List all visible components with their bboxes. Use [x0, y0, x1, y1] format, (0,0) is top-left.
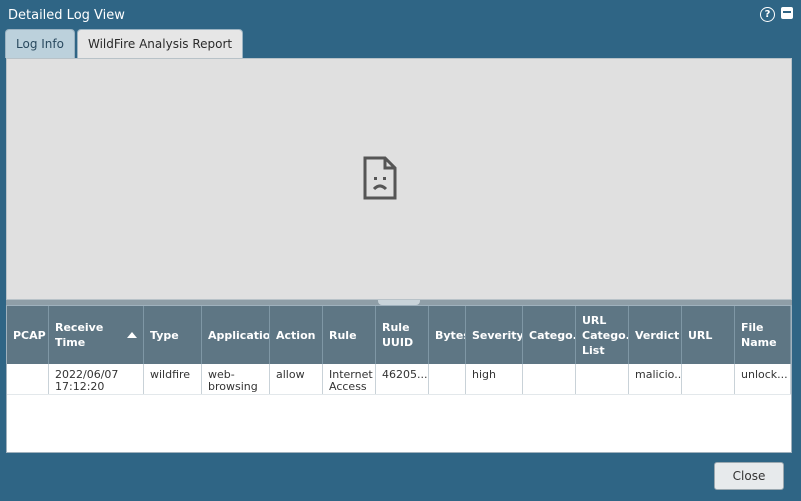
- report-content-frame: [6, 58, 792, 300]
- col-bytes[interactable]: Bytes: [429, 306, 466, 364]
- table-header: PCAP Receive Time Type Application Actio…: [7, 306, 791, 364]
- cell-bytes: [429, 364, 466, 394]
- col-rule[interactable]: Rule: [323, 306, 376, 364]
- titlebar-controls: ?: [760, 7, 793, 22]
- help-icon[interactable]: ?: [760, 7, 775, 22]
- cell-rule-uuid: 46205...: [376, 364, 429, 394]
- tab-label: Log Info: [16, 37, 64, 51]
- col-file-name[interactable]: File Name: [735, 306, 791, 364]
- log-table: PCAP Receive Time Type Application Actio…: [6, 305, 792, 453]
- tab-wildfire-analysis-report[interactable]: WildFire Analysis Report: [76, 29, 244, 58]
- col-application[interactable]: Application: [202, 306, 270, 364]
- window-title: Detailed Log View: [8, 8, 125, 23]
- sort-ascending-icon: [127, 332, 137, 338]
- cell-action: allow: [270, 364, 323, 394]
- col-category[interactable]: Catego...: [523, 306, 576, 364]
- table-row[interactable]: 2022/06/07 17:12:20 wildfire web-browsin…: [7, 364, 791, 395]
- broken-document-icon: [363, 156, 397, 200]
- cell-file-name: unlock...: [735, 364, 791, 394]
- cell-pcap[interactable]: [7, 364, 49, 394]
- cell-receive-time: 2022/06/07 17:12:20: [49, 364, 144, 394]
- tab-strip: Log Info WildFire Analysis Report: [5, 29, 244, 58]
- tab-label: WildFire Analysis Report: [87, 37, 233, 51]
- tab-log-info[interactable]: Log Info: [5, 29, 75, 58]
- cell-verdict: malicio...: [629, 364, 682, 394]
- col-verdict[interactable]: Verdict: [629, 306, 682, 364]
- col-url[interactable]: URL: [682, 306, 735, 364]
- col-type[interactable]: Type: [144, 306, 202, 364]
- close-button[interactable]: Close: [714, 462, 784, 490]
- cell-url: [682, 364, 735, 394]
- col-url-category-list[interactable]: URL Catego... List: [576, 306, 629, 364]
- cell-rule: Internet Access: [323, 364, 376, 394]
- window-titlebar: Detailed Log View ?: [0, 0, 801, 30]
- cell-severity: high: [466, 364, 523, 394]
- cell-category: [523, 364, 576, 394]
- col-pcap[interactable]: PCAP: [7, 306, 49, 364]
- close-button-label: Close: [732, 469, 766, 483]
- cell-url-category-list: [576, 364, 629, 394]
- col-action[interactable]: Action: [270, 306, 323, 364]
- maximize-icon[interactable]: [781, 7, 793, 19]
- col-receive-time[interactable]: Receive Time: [49, 306, 144, 364]
- cell-application: web-browsing: [202, 364, 270, 394]
- cell-type: wildfire: [144, 364, 202, 394]
- col-rule-uuid[interactable]: Rule UUID: [376, 306, 429, 364]
- col-severity[interactable]: Severity: [466, 306, 523, 364]
